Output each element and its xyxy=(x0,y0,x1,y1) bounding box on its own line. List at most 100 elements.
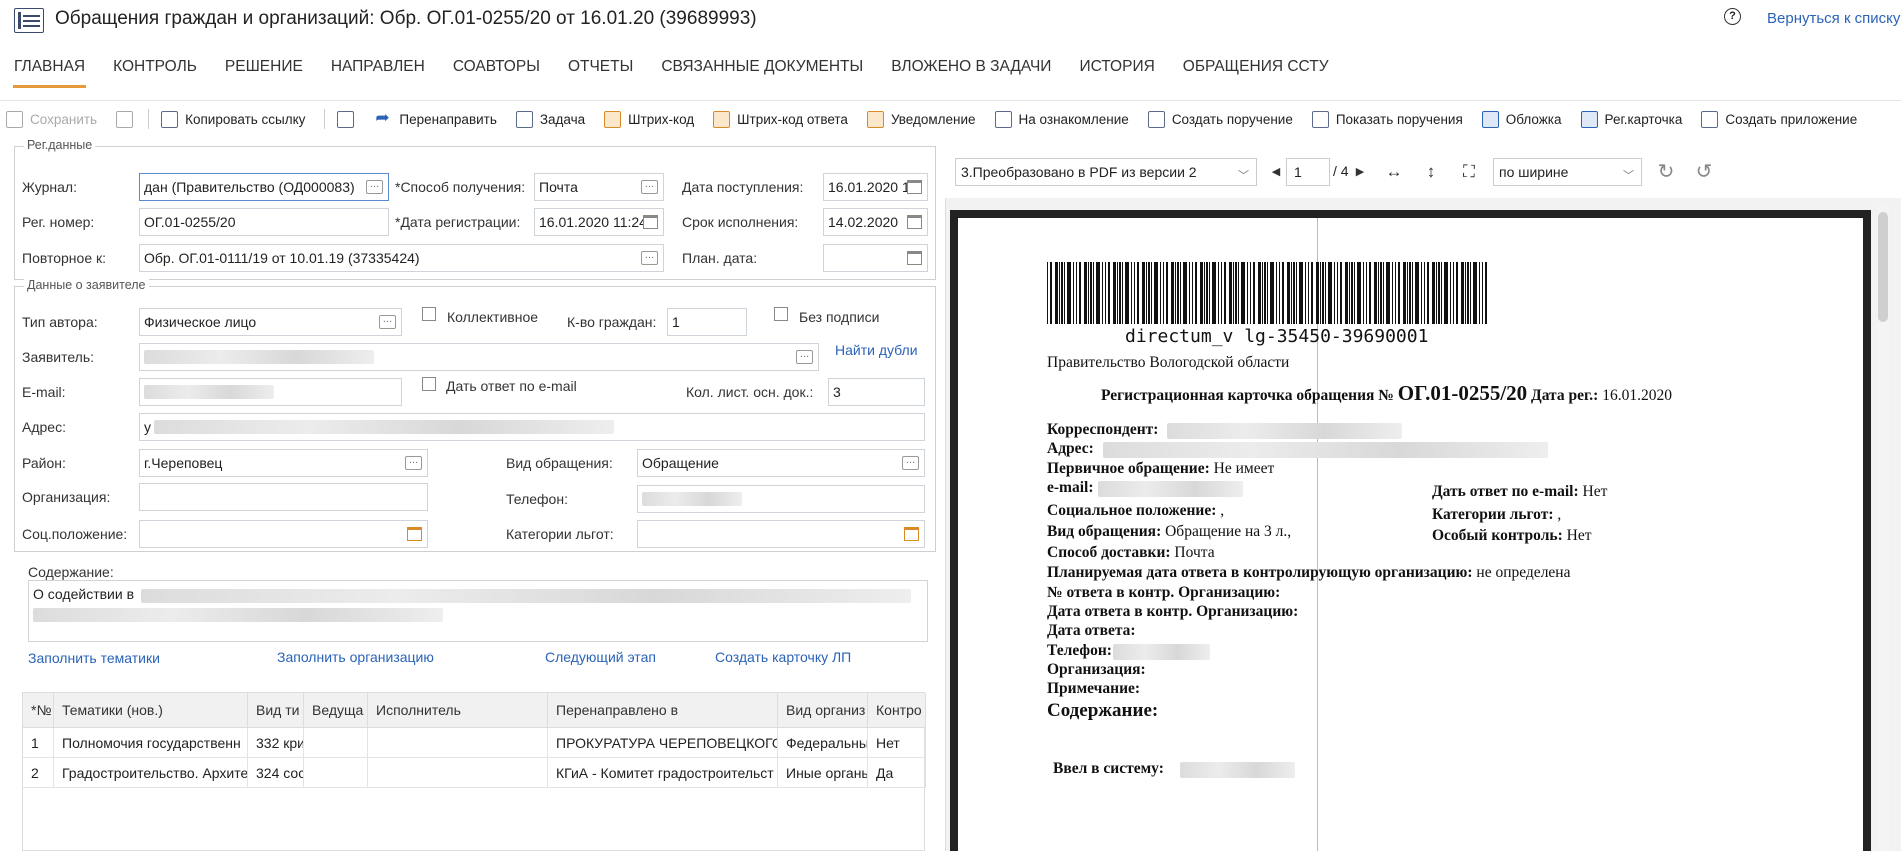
tab-tasks[interactable]: ВЛОЖЕНО В ЗАДАЧИ xyxy=(877,58,1065,88)
table-cell[interactable]: Да xyxy=(868,758,926,788)
organization-field[interactable] xyxy=(139,483,428,511)
for-review-button[interactable]: На ознакомление xyxy=(994,110,1129,128)
create-order-button[interactable]: Создать поручение xyxy=(1147,110,1293,128)
regdate-field[interactable]: 16.01.2020 11:24 xyxy=(534,208,664,236)
district-field[interactable]: г.Череповец… xyxy=(139,449,428,477)
list-picker-icon[interactable] xyxy=(904,527,919,541)
tab-sent[interactable]: НАПРАВЛЕН xyxy=(317,58,439,88)
prev-page-icon[interactable]: ◀ xyxy=(1266,162,1286,182)
sheets-field[interactable]: 3 xyxy=(828,378,925,406)
repeat-field[interactable]: Обр. ОГ.01-0111/19 от 10.01.19 (37335424… xyxy=(139,244,664,272)
find-duplicates-link[interactable]: Найти дубли xyxy=(835,342,918,358)
phone-field[interactable] xyxy=(637,485,925,513)
table-cell[interactable]: Нет xyxy=(868,728,926,758)
copy-link-button[interactable]: Копировать ссылку xyxy=(161,110,305,128)
method-field[interactable]: Почта… xyxy=(534,173,664,201)
table-cell[interactable]: 324 сос xyxy=(248,758,304,788)
benefits-field[interactable] xyxy=(637,520,925,548)
reg-card-button[interactable]: Рег.карточка xyxy=(1580,110,1682,128)
viewer-scrollbar-thumb[interactable] xyxy=(1878,212,1888,322)
table-cell[interactable] xyxy=(368,728,548,758)
appeal-kind-field[interactable]: Обращение… xyxy=(637,449,925,477)
ellipsis-icon[interactable]: … xyxy=(796,350,813,364)
page-number-input[interactable]: 1 xyxy=(1286,158,1330,186)
create-attachment-button[interactable]: Создать приложение xyxy=(1701,110,1857,128)
tab-control[interactable]: КОНТРОЛЬ xyxy=(99,58,211,88)
column-header[interactable]: Исполнитель xyxy=(368,693,548,728)
save-button[interactable]: Сохранить xyxy=(6,110,97,128)
table-cell[interactable]: Федеральны xyxy=(778,728,868,758)
fill-organization-link[interactable]: Заполнить организацию xyxy=(277,649,434,665)
ellipsis-icon[interactable]: … xyxy=(641,180,658,194)
cover-button[interactable]: Обложка xyxy=(1481,110,1562,128)
tab-sstu[interactable]: ОБРАЩЕНИЯ ССТУ xyxy=(1169,58,1343,88)
ellipsis-icon[interactable]: … xyxy=(902,456,919,470)
column-header[interactable]: Тематики (нов.) xyxy=(54,693,248,728)
ellipsis-icon[interactable]: … xyxy=(379,315,396,329)
table-cell[interactable]: КГиА - Комитет градостроительст xyxy=(548,758,778,788)
save-close-button[interactable] xyxy=(116,110,140,128)
applicant-field[interactable]: … xyxy=(139,343,819,371)
list-picker-icon[interactable] xyxy=(407,527,422,541)
table-cell[interactable]: 332 кри xyxy=(248,728,304,758)
next-page-icon[interactable]: ▶ xyxy=(1350,162,1370,182)
table-cell[interactable] xyxy=(304,728,368,758)
fit-width-icon[interactable]: ↔ xyxy=(1384,162,1404,182)
social-field[interactable] xyxy=(139,520,428,548)
collective-checkbox[interactable] xyxy=(422,307,436,321)
calendar-icon[interactable] xyxy=(907,180,922,194)
tab-related-docs[interactable]: СВЯЗАННЫЕ ДОКУМЕНТЫ xyxy=(647,58,877,88)
regno-field[interactable]: ОГ.01-0255/20 xyxy=(139,208,389,236)
column-header[interactable]: Вид ти xyxy=(248,693,304,728)
keyboard-button[interactable] xyxy=(337,110,361,128)
address-field[interactable]: у xyxy=(139,413,925,441)
back-to-list-link[interactable]: Вернуться к списку xyxy=(1767,10,1900,27)
column-header[interactable]: *№ xyxy=(23,693,54,728)
barcode-button[interactable]: Штрих-код xyxy=(604,110,694,128)
reply-barcode-button[interactable]: Штрих-код ответа xyxy=(713,110,848,128)
help-icon[interactable]: ? xyxy=(1724,8,1741,25)
table-cell[interactable]: Градостроительство. Архите xyxy=(54,758,248,788)
ellipsis-icon[interactable]: … xyxy=(641,251,658,265)
create-lp-card-link[interactable]: Создать карточку ЛП xyxy=(715,649,851,665)
show-orders-button[interactable]: Показать поручения xyxy=(1311,110,1463,128)
task-button[interactable]: Задача xyxy=(515,110,585,128)
citizens-field[interactable]: 1 xyxy=(667,308,747,336)
due-field[interactable]: 14.02.2020 xyxy=(823,208,928,236)
ellipsis-icon[interactable]: … xyxy=(405,456,422,470)
fit-height-icon[interactable]: ↕ xyxy=(1421,162,1441,182)
fit-page-icon[interactable]: ⛶ xyxy=(1459,162,1479,182)
no-sign-checkbox[interactable] xyxy=(774,307,788,321)
plan-date-field[interactable] xyxy=(823,244,928,272)
tab-reports[interactable]: ОТЧЕТЫ xyxy=(554,58,647,88)
fill-topics-link[interactable]: Заполнить тематики xyxy=(28,650,160,666)
column-header[interactable]: Перенаправлено в xyxy=(548,693,778,728)
tab-history[interactable]: ИСТОРИЯ xyxy=(1065,58,1168,88)
column-header[interactable]: Контро xyxy=(868,693,926,728)
column-header[interactable]: Вид организ xyxy=(778,693,868,728)
table-cell[interactable]: 2 xyxy=(23,758,54,788)
zoom-select[interactable]: по ширине ﹀ xyxy=(1493,158,1642,186)
table-cell[interactable] xyxy=(304,758,368,788)
redirect-button[interactable]: Перенаправить xyxy=(375,108,497,128)
email-field[interactable] xyxy=(139,378,402,406)
table-cell[interactable]: Полномочия государственн xyxy=(54,728,248,758)
calendar-icon[interactable] xyxy=(643,215,658,229)
table-cell[interactable]: 1 xyxy=(23,728,54,758)
rotate-left-icon[interactable]: ↺ xyxy=(1694,162,1714,182)
next-stage-link[interactable]: Следующий этап xyxy=(545,649,656,665)
table-cell[interactable] xyxy=(368,758,548,788)
received-field[interactable]: 16.01.2020 11: xyxy=(823,173,928,201)
calendar-icon[interactable] xyxy=(907,251,922,265)
table-cell[interactable]: ПРОКУРАТУРА ЧЕРЕПОВЕЦКОГО Р xyxy=(548,728,778,758)
rotate-right-icon[interactable]: ↻ xyxy=(1656,162,1676,182)
column-header[interactable]: Ведуща xyxy=(304,693,368,728)
notification-button[interactable]: Уведомление xyxy=(866,110,976,128)
tab-main[interactable]: ГЛАВНАЯ xyxy=(0,58,99,88)
journal-field[interactable]: дан (Правительство (ОД000083)… xyxy=(139,173,389,201)
content-textarea[interactable]: О содействии в xyxy=(28,580,928,642)
table-cell[interactable]: Иные органь xyxy=(778,758,868,788)
tab-decision[interactable]: РЕШЕНИЕ xyxy=(211,58,317,88)
tab-coauthors[interactable]: СОАВТОРЫ xyxy=(439,58,554,88)
ellipsis-icon[interactable]: … xyxy=(366,180,383,194)
